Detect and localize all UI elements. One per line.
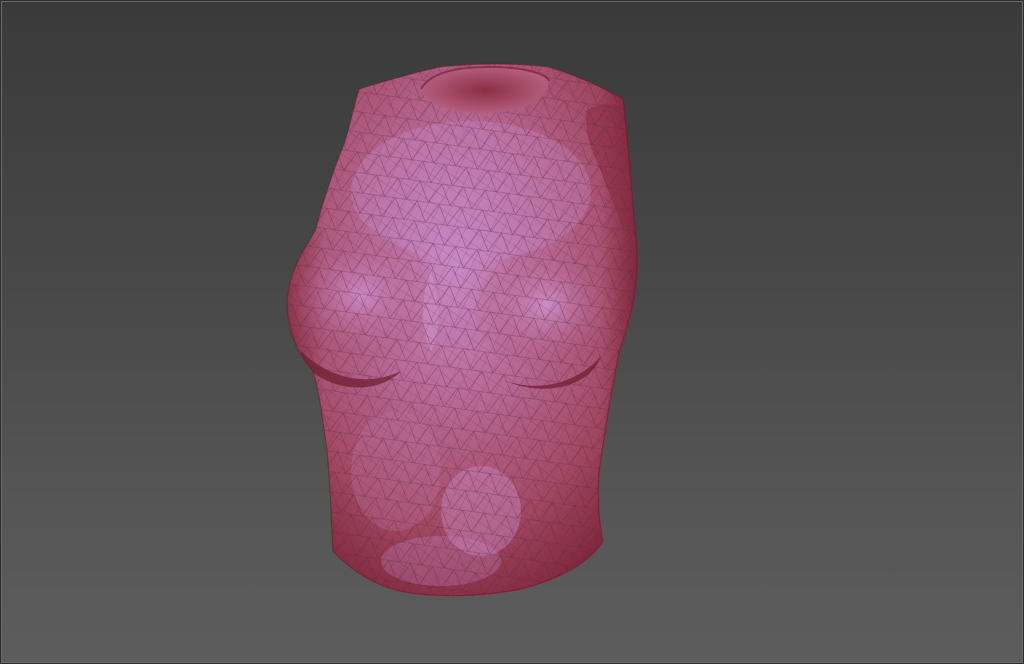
3d-viewport[interactable] [1,1,1023,663]
torso-mesh-model[interactable] [1,1,1023,663]
